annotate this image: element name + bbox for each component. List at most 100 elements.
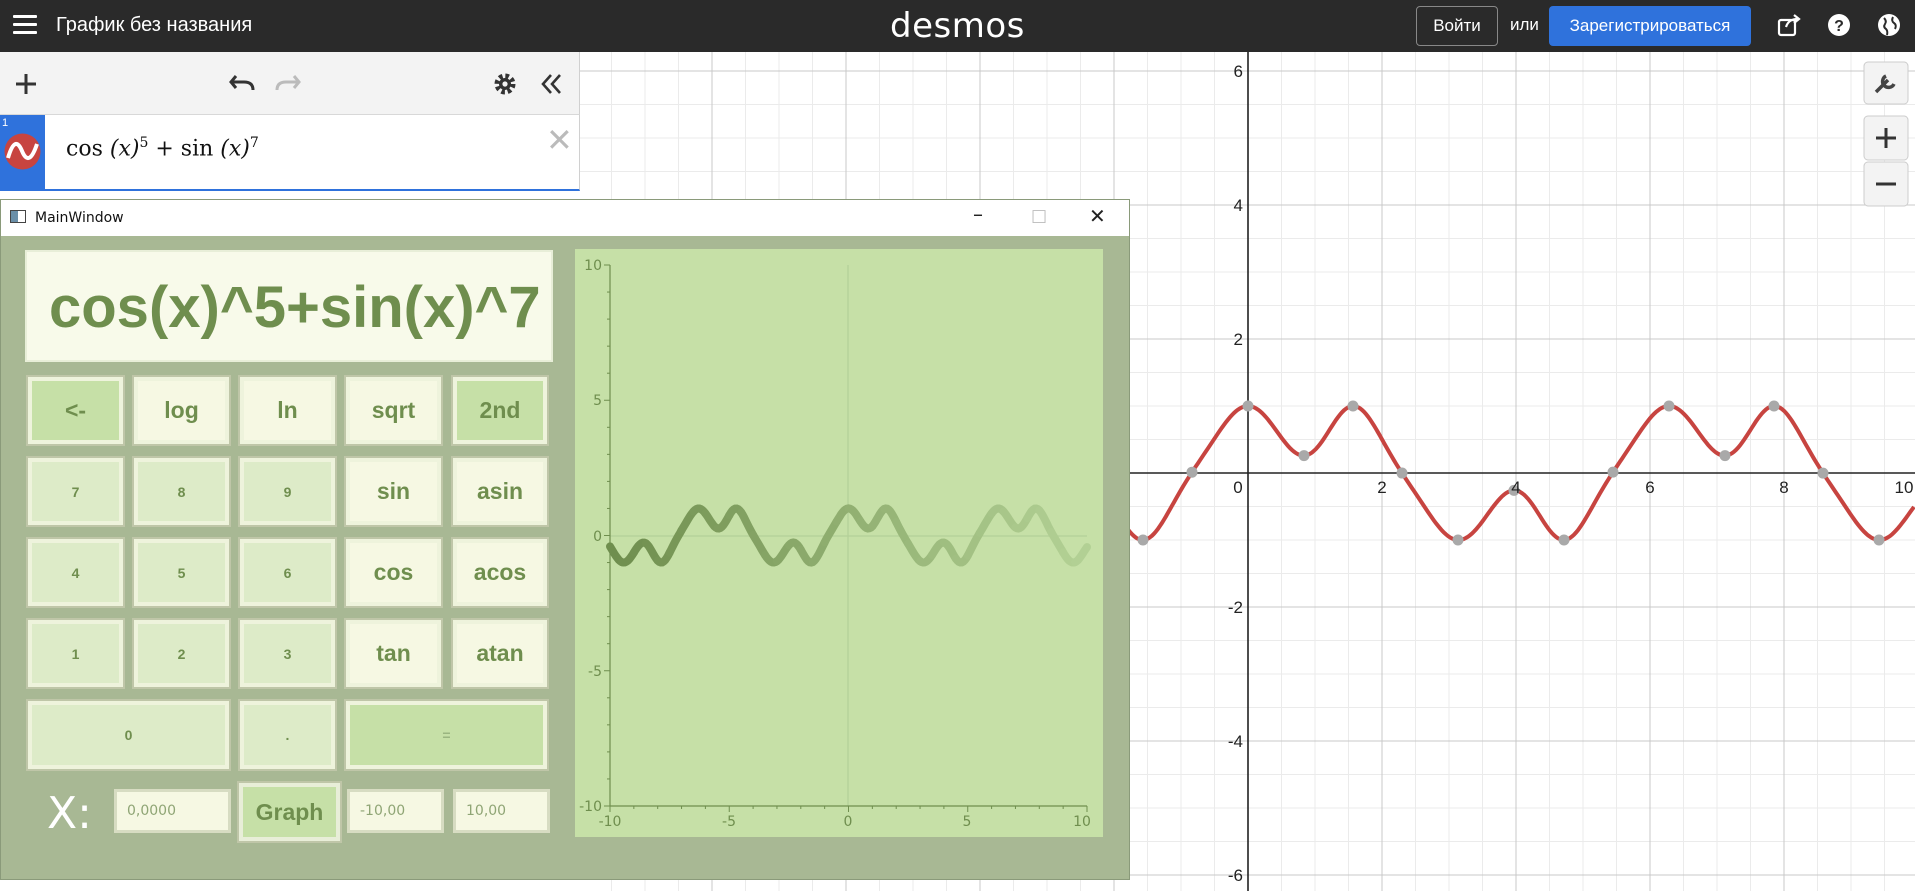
digit-6-button[interactable]: 6 — [238, 537, 337, 608]
x-tick-label: 6 — [1645, 478, 1654, 497]
curve-point[interactable] — [1242, 400, 1254, 412]
calculator-window: MainWindow – □ ✕ cos(x)^5+sin(x)^7 <- lo… — [0, 199, 1130, 880]
x-tick-label: 10 — [1895, 478, 1914, 497]
digit-2-button[interactable]: 2 — [132, 618, 231, 689]
undo-icon[interactable] — [228, 70, 256, 94]
plot-x-tick-label: -5 — [722, 814, 736, 830]
plot-x-tick-label: 10 — [1073, 814, 1091, 830]
graph-title[interactable]: График без названия — [56, 14, 252, 37]
curve-point[interactable] — [1873, 534, 1885, 546]
plot-y-tick-label: 0 — [593, 529, 602, 545]
curve-point[interactable] — [1137, 534, 1149, 546]
or-text: или — [1510, 15, 1539, 34]
y-tick-label: 4 — [1234, 196, 1243, 215]
digit-3-button[interactable]: 3 — [238, 618, 337, 689]
window-title: MainWindow — [35, 210, 124, 226]
decimal-point-button[interactable]: . — [238, 699, 337, 771]
y-tick-label: 2 — [1234, 330, 1243, 349]
plot-y-tick-label: -10 — [579, 799, 602, 815]
x-tick-label: 4 — [1511, 478, 1520, 497]
curve-point[interactable] — [1768, 400, 1780, 412]
svg-text:?: ? — [1834, 18, 1844, 35]
plot-x-tick-label: 5 — [963, 814, 972, 830]
curve-point[interactable] — [1298, 450, 1310, 462]
digit-7-button[interactable]: 7 — [26, 456, 125, 527]
login-button[interactable]: Войти — [1416, 6, 1498, 46]
collapse-list-icon[interactable] — [540, 72, 564, 96]
redo-icon[interactable] — [274, 70, 302, 94]
second-function-button[interactable]: 2nd — [451, 375, 549, 446]
log-button[interactable]: log — [132, 375, 231, 446]
top-bar: График без названия desmos Войти или Зар… — [0, 0, 1915, 52]
maximize-icon[interactable]: □ — [1031, 206, 1047, 226]
acos-button[interactable]: acos — [451, 537, 549, 608]
signup-button[interactable]: Зарегистрироваться — [1549, 6, 1751, 46]
plot-y-tick-label: 5 — [593, 393, 602, 409]
zoom-out-button[interactable] — [1863, 161, 1909, 207]
digit-4-button[interactable]: 4 — [26, 537, 125, 608]
plot-curve-segment — [1071, 543, 1091, 567]
digit-9-button[interactable]: 9 — [238, 456, 337, 527]
y-tick-label: -6 — [1228, 866, 1243, 885]
plot-x-tick-label: -10 — [599, 814, 622, 830]
asin-button[interactable]: asin — [451, 456, 549, 527]
minimize-icon[interactable]: – — [973, 202, 983, 226]
x-tick-labels: 0 2 4 6 8 10 — [1233, 478, 1913, 497]
curve-point[interactable] — [1558, 534, 1570, 546]
hamburger-menu-icon[interactable] — [13, 15, 37, 35]
tan-button[interactable]: tan — [344, 618, 443, 689]
curve-point[interactable] — [1719, 450, 1731, 462]
curve-point[interactable] — [1396, 467, 1408, 479]
window-titlebar[interactable]: MainWindow – □ ✕ — [1, 200, 1129, 236]
help-icon[interactable]: ? — [1826, 12, 1852, 38]
expression-toolbar — [0, 52, 580, 115]
y-tick-label: -4 — [1228, 732, 1243, 751]
digit-8-button[interactable]: 8 — [132, 456, 231, 527]
plot-x-tick-label: 0 — [844, 814, 853, 830]
curve-point[interactable] — [1817, 467, 1829, 479]
expression-row[interactable]: 1 cos (x)5 + sin (x)7 ✕ — [0, 115, 580, 191]
sin-button[interactable]: sin — [344, 456, 443, 527]
display-expression: cos(x)^5+sin(x)^7 — [49, 275, 541, 340]
x-tick-label: 8 — [1779, 478, 1788, 497]
x-variable-label: X: — [47, 788, 92, 839]
plus-icon[interactable] — [14, 72, 38, 96]
cos-button[interactable]: cos — [344, 537, 443, 608]
range-max-input[interactable]: 10,00 — [453, 789, 550, 833]
share-icon[interactable] — [1776, 12, 1802, 38]
calculator-plot: -10 -5 0 5 10 10 5 0 -5 -10 — [575, 249, 1103, 837]
x-value-input[interactable]: 0,0000 — [114, 789, 231, 833]
curve-point[interactable] — [1347, 400, 1359, 412]
equals-button[interactable]: = — [344, 699, 549, 771]
ln-button[interactable]: ln — [238, 375, 337, 446]
curve-point[interactable] — [1186, 466, 1198, 478]
backspace-button[interactable]: <- — [26, 375, 125, 446]
curve-style-icon[interactable] — [3, 132, 42, 171]
delete-expression-icon[interactable]: ✕ — [546, 121, 573, 159]
curve-point[interactable] — [1663, 400, 1675, 412]
zoom-in-button[interactable] — [1863, 115, 1909, 161]
curve-point[interactable] — [1607, 466, 1619, 478]
digit-5-button[interactable]: 5 — [132, 537, 231, 608]
plot-y-tick-label: 10 — [584, 258, 602, 274]
digit-1-button[interactable]: 1 — [26, 618, 125, 689]
atan-button[interactable]: atan — [451, 618, 549, 689]
calculator-display: cos(x)^5+sin(x)^7 — [25, 250, 553, 362]
graph-button[interactable]: Graph — [237, 781, 342, 843]
globe-icon[interactable] — [1876, 12, 1902, 38]
curve-point[interactable] — [1452, 534, 1464, 546]
gear-icon[interactable] — [492, 71, 518, 97]
close-window-icon[interactable]: ✕ — [1089, 204, 1106, 228]
digit-0-button[interactable]: 0 — [26, 699, 231, 771]
expression-math[interactable]: cos (x)5 + sin (x)7 — [66, 135, 259, 161]
graph-settings-button[interactable] — [1863, 61, 1909, 105]
plot-y-tick-label: -5 — [588, 664, 602, 680]
x-tick-label: 2 — [1377, 478, 1386, 497]
window-app-icon — [10, 210, 26, 223]
sqrt-button[interactable]: sqrt — [344, 375, 443, 446]
x-tick-label: 0 — [1233, 478, 1242, 497]
range-min-input[interactable]: -10,00 — [347, 789, 444, 833]
expression-color-tab[interactable]: 1 — [0, 115, 45, 189]
desmos-logo: desmos — [890, 6, 1025, 46]
y-tick-label: 6 — [1234, 62, 1243, 81]
